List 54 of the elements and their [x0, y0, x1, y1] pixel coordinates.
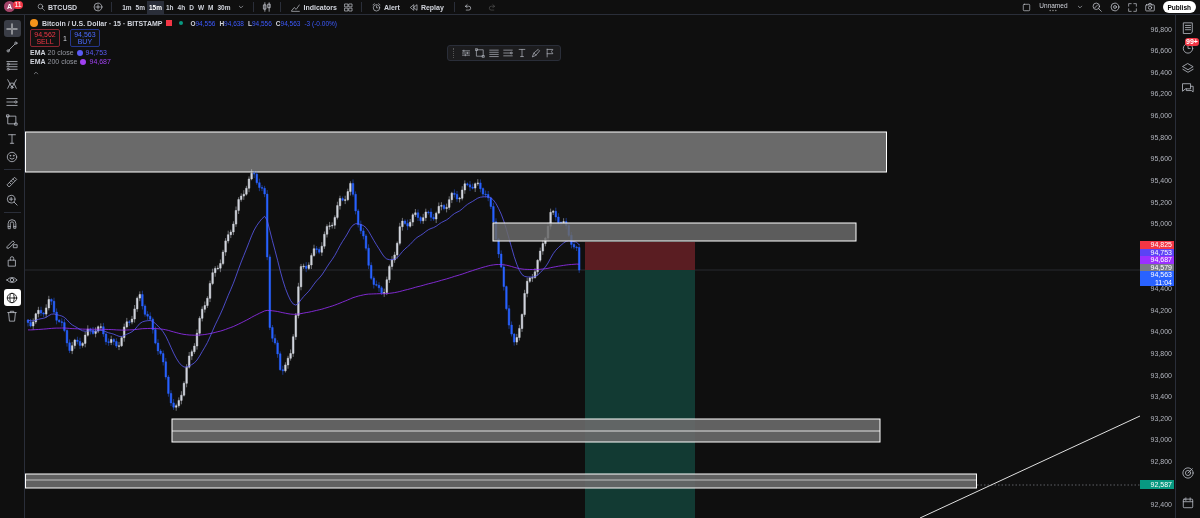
- collapse-icon[interactable]: [32, 69, 40, 77]
- zone-rectangle[interactable]: [171, 418, 881, 443]
- compare-icon[interactable]: [93, 2, 104, 12]
- market-open-dot: [179, 21, 184, 25]
- text-icon[interactable]: [517, 48, 527, 58]
- dots-icon: [1049, 9, 1058, 12]
- rectangle-tool[interactable]: [3, 111, 21, 129]
- fib-lines-icon: [6, 59, 18, 72]
- line-style-icon[interactable]: [461, 48, 471, 58]
- chart-icon: [291, 2, 301, 12]
- zone-rectangle[interactable]: [492, 222, 857, 242]
- grid-icon[interactable]: [343, 2, 353, 12]
- calendar-icon[interactable]: [1182, 497, 1194, 509]
- chevron-icon[interactable]: [237, 3, 246, 11]
- ruler-icon: [6, 175, 18, 188]
- levels-icon[interactable]: [503, 48, 513, 58]
- alarm-icon: [371, 2, 381, 12]
- globe-icon: [6, 291, 18, 304]
- crosshair-icon: [6, 22, 18, 35]
- chevron-icon[interactable]: [1075, 3, 1084, 11]
- camera-icon[interactable]: [1144, 2, 1155, 12]
- zone-rectangle[interactable]: [25, 473, 977, 489]
- zoom-in-icon: [6, 194, 18, 206]
- chat-icon[interactable]: [1182, 82, 1194, 94]
- target-icon[interactable]: [1182, 467, 1194, 479]
- layers-icon[interactable]: [1182, 62, 1194, 74]
- candles-icon[interactable]: [262, 2, 273, 12]
- crosshair-tool[interactable]: [3, 20, 21, 37]
- pattern-icon: [6, 77, 18, 90]
- trend-line-icon: [6, 40, 18, 53]
- undo-icon[interactable]: [462, 2, 472, 12]
- rectangle-icon: [6, 114, 18, 127]
- emoji-icon: [6, 151, 18, 164]
- trash-icon: [6, 310, 18, 323]
- square-icon[interactable]: [1022, 2, 1032, 12]
- trend-line[interactable]: [919, 415, 1140, 518]
- zone-rectangle[interactable]: [25, 131, 887, 173]
- text-tool-icon: [6, 132, 18, 145]
- rewind-icon: [408, 2, 418, 12]
- watchlist-icon[interactable]: [1182, 22, 1194, 34]
- pencil-icon[interactable]: [531, 48, 541, 58]
- lock-icon: [6, 255, 18, 268]
- lines-icon[interactable]: [489, 48, 499, 58]
- bitcoin-icon: [30, 19, 38, 27]
- search-icon: [37, 3, 45, 11]
- flag-icon[interactable]: [166, 20, 173, 26]
- flag-icon[interactable]: [545, 48, 555, 58]
- forecast-lines-icon: [6, 96, 18, 109]
- zoom-icon[interactable]: [1091, 2, 1102, 12]
- magnet-icon: [6, 218, 18, 231]
- alerts-icon[interactable]: [1182, 42, 1194, 54]
- rectangle-icon[interactable]: [475, 48, 485, 58]
- globe-tool[interactable]: [3, 289, 21, 307]
- fullscreen-icon[interactable]: [1127, 2, 1137, 12]
